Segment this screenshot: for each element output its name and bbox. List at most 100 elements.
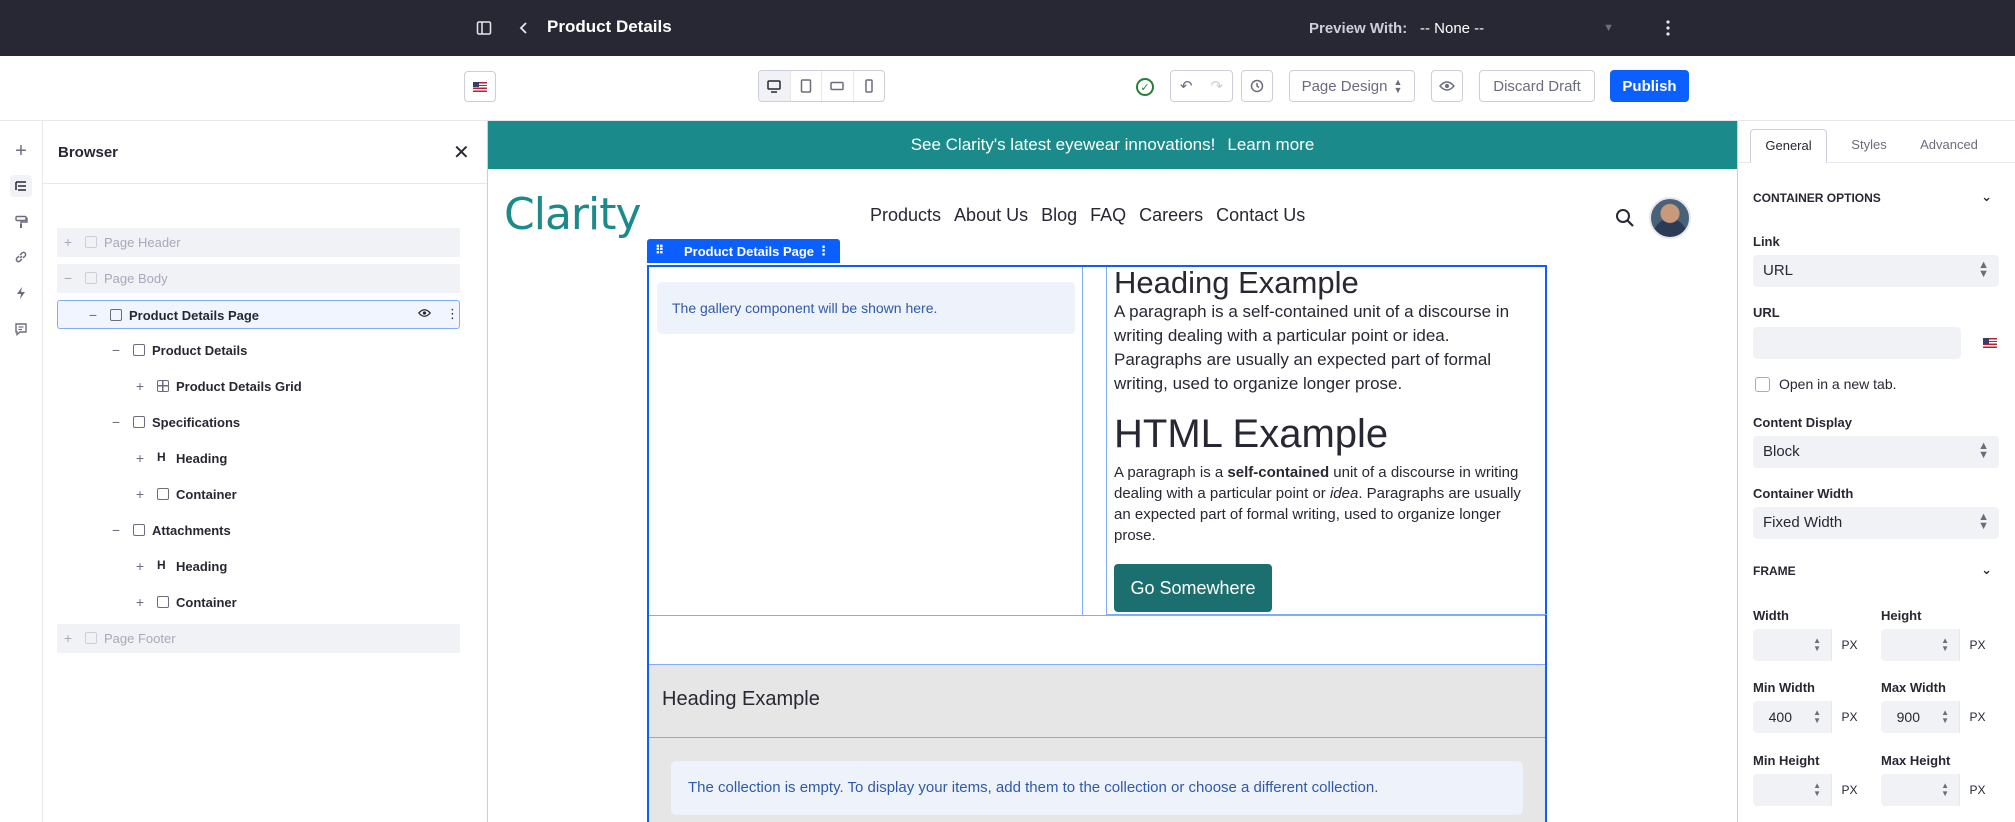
preview-button[interactable] — [1431, 70, 1463, 102]
comments-icon[interactable] — [10, 318, 32, 340]
redo-icon[interactable]: ↷ — [1202, 71, 1233, 101]
close-icon[interactable]: ✕ — [453, 140, 470, 165]
bolt-icon[interactable] — [10, 282, 32, 304]
tree-item[interactable]: + Container — [57, 588, 460, 617]
desktop-view-button[interactable] — [759, 71, 791, 101]
undo-icon[interactable]: ↶ — [1171, 71, 1202, 101]
open-new-tab-checkbox[interactable] — [1755, 377, 1770, 392]
expand-icon[interactable]: + — [133, 486, 147, 502]
unit-select[interactable]: PX — [1831, 774, 1867, 806]
unit-select[interactable]: PX — [1959, 629, 1995, 661]
height-input[interactable]: ▲ ▼ PX — [1881, 629, 1995, 661]
min-width-input[interactable]: 400 ▲ ▼ PX — [1753, 701, 1867, 733]
tree-item[interactable]: + Page Header — [57, 228, 460, 257]
page-design-select[interactable]: Page Design ▲ ▼ — [1289, 70, 1415, 102]
landscape-phone-view-button[interactable] — [822, 71, 854, 101]
tree-item[interactable]: − Page Body — [57, 264, 460, 293]
min-height-input[interactable]: ▲ ▼ PX — [1753, 774, 1867, 806]
fragment-options-icon[interactable]: ⋮ — [817, 243, 830, 259]
unit-select[interactable]: PX — [1831, 629, 1867, 661]
tree-item[interactable]: + H Heading — [57, 444, 460, 473]
container-options-section[interactable]: CONTAINER OPTIONS ⌄ — [1753, 189, 1998, 205]
link-icon[interactable] — [10, 246, 32, 268]
tree-item[interactable]: − Product Details Page ⋮ — [57, 300, 460, 329]
tree-item[interactable]: + Container — [57, 480, 460, 509]
banner-link[interactable]: Learn more — [1227, 135, 1314, 155]
tree-item[interactable]: + Product Details Grid — [57, 372, 460, 401]
paint-roller-icon[interactable] — [10, 211, 32, 233]
container-width-select[interactable]: Fixed Width ▲ ▼ — [1753, 507, 1999, 539]
unit-select[interactable]: PX — [1959, 701, 1995, 733]
caret-updown-icon: ▲ ▼ — [1393, 77, 1403, 95]
expand-icon[interactable]: + — [61, 234, 75, 250]
visibility-icon[interactable] — [417, 306, 432, 321]
unit-select[interactable]: PX — [1959, 774, 1995, 806]
tab-styles[interactable]: Styles — [1834, 129, 1904, 163]
nav-link[interactable]: Products — [870, 205, 941, 226]
frame-section[interactable]: FRAME ⌄ — [1753, 562, 1998, 578]
preview-with-select[interactable]: -- None -- ▼ — [1420, 14, 1620, 44]
site-logo[interactable]: Clarity — [504, 189, 642, 240]
collection-section[interactable]: Heading Example The collection is empty.… — [649, 665, 1545, 822]
tab-advanced[interactable]: Advanced — [1908, 129, 1990, 163]
collapse-icon[interactable]: − — [109, 414, 123, 430]
tree-item[interactable]: − Attachments — [57, 516, 460, 545]
max-width-input[interactable]: 900 ▲ ▼ PX — [1881, 701, 1995, 733]
expand-icon[interactable]: + — [61, 630, 75, 646]
avatar[interactable] — [1649, 197, 1691, 239]
tree-item[interactable]: + H Heading — [57, 552, 460, 581]
gallery-column[interactable]: The gallery component will be shown here… — [649, 267, 1083, 615]
expand-icon[interactable]: + — [133, 594, 147, 610]
nav-link[interactable]: Blog — [1041, 205, 1077, 226]
content-display-select[interactable]: Block ▲ ▼ — [1753, 436, 1999, 468]
language-selector-button[interactable] — [464, 71, 496, 102]
search-icon[interactable] — [1614, 207, 1636, 229]
tree-item[interactable]: − Product Details — [57, 336, 460, 365]
expand-icon[interactable]: + — [133, 378, 147, 394]
back-icon[interactable] — [514, 18, 534, 38]
item-options-icon[interactable]: ⋮ — [446, 306, 459, 322]
collapse-icon[interactable]: − — [86, 307, 100, 323]
stepper-icon[interactable]: ▲ ▼ — [1813, 709, 1821, 725]
tree-item[interactable]: + Page Footer — [57, 624, 460, 653]
link-select[interactable]: URL ▲ ▼ — [1753, 255, 1999, 287]
stepper-icon[interactable]: ▲ ▼ — [1941, 709, 1949, 725]
expand-icon[interactable]: + — [133, 558, 147, 574]
collapse-icon[interactable]: − — [61, 270, 75, 286]
stepper-icon[interactable]: ▲ ▼ — [1813, 782, 1821, 798]
publish-button[interactable]: Publish — [1610, 70, 1689, 102]
nav-link[interactable]: Contact Us — [1216, 205, 1305, 226]
expand-icon[interactable]: + — [133, 450, 147, 466]
tablet-view-button[interactable] — [791, 71, 822, 101]
max-height-input[interactable]: ▲ ▼ PX — [1881, 774, 1995, 806]
kebab-menu-icon[interactable] — [1658, 18, 1678, 38]
add-fragment-icon[interactable]: + — [10, 140, 32, 162]
discard-draft-button[interactable]: Discard Draft — [1479, 70, 1595, 102]
stepper-icon[interactable]: ▲ ▼ — [1941, 782, 1949, 798]
collapse-icon[interactable]: − — [109, 522, 123, 538]
container-icon — [85, 272, 97, 284]
page-structure-icon[interactable] — [10, 175, 32, 197]
product-details-page-fragment[interactable]: The gallery component will be shown here… — [647, 265, 1547, 822]
unit-select[interactable]: PX — [1831, 701, 1867, 733]
stepper-icon[interactable]: ▲ ▼ — [1813, 637, 1821, 653]
drag-handle-icon[interactable]: ⠿ — [655, 243, 664, 257]
tree-item-label: Product Details — [152, 343, 248, 358]
tree-item[interactable]: − Specifications — [57, 408, 460, 437]
tab-general[interactable]: General — [1750, 129, 1827, 163]
nav-link[interactable]: Careers — [1139, 205, 1203, 226]
go-somewhere-button[interactable]: Go Somewhere — [1114, 564, 1272, 612]
nav-link[interactable]: About Us — [954, 205, 1028, 226]
nav-link[interactable]: FAQ — [1090, 205, 1126, 226]
us-flag-icon[interactable] — [1983, 338, 1997, 348]
stepper-icon[interactable]: ▲ ▼ — [1941, 637, 1949, 653]
content-column[interactable]: Heading Example A paragraph is a self-co… — [1106, 266, 1547, 615]
collapse-icon[interactable]: − — [109, 342, 123, 358]
fragment-label[interactable]: ⠿ Product Details Page ⋮ — [647, 239, 840, 263]
url-input[interactable] — [1753, 327, 1961, 359]
history-button[interactable] — [1241, 70, 1273, 102]
portrait-phone-view-button[interactable] — [854, 71, 885, 101]
sidebar-toggle-icon[interactable] — [474, 18, 494, 38]
width-input[interactable]: ▲ ▼ PX — [1753, 629, 1867, 661]
tree-item-label: Container — [176, 487, 237, 502]
